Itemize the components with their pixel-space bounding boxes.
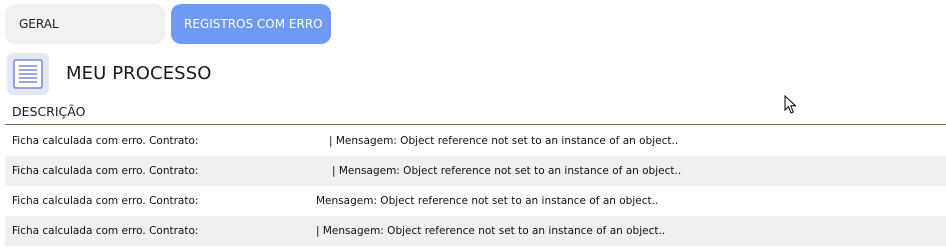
row-message: | Mensagem: Object reference not set to … (316, 225, 666, 237)
tab-registros-com-erro-label: REGISTROS COM ERRO (184, 17, 323, 31)
mouse-cursor-icon (784, 95, 797, 114)
process-title: MEU PROCESSO (66, 63, 212, 84)
row-message: | Mensagem: Object reference not set to … (332, 165, 682, 177)
row-message: | Mensagem: Object reference not set to … (329, 135, 679, 147)
table-row[interactable]: Ficha calculada com erro. Contrato: | Me… (5, 156, 946, 186)
header-divider (5, 124, 946, 125)
table-row[interactable]: Ficha calculada com erro. Contrato: | Me… (5, 126, 946, 156)
tab-geral-label: GERAL (19, 17, 59, 31)
table-row[interactable]: Ficha calculada com erro. Contrato: Mens… (5, 186, 946, 216)
row-description: Ficha calculada com erro. Contrato: (12, 135, 199, 147)
table-row[interactable]: Ficha calculada com erro. Contrato: | Me… (5, 216, 946, 246)
page: GERAL REGISTROS COM ERRO MEU PROCESSO DE… (0, 0, 946, 251)
tab-geral[interactable]: GERAL (5, 4, 165, 44)
row-description: Ficha calculada com erro. Contrato: (12, 195, 199, 207)
row-description: Ficha calculada com erro. Contrato: (12, 225, 199, 237)
tab-registros-com-erro[interactable]: REGISTROS COM ERRO (171, 4, 331, 44)
row-description: Ficha calculada com erro. Contrato: (12, 165, 199, 177)
column-header-descricao: DESCRIÇÃO (12, 104, 86, 119)
list-document-icon-graphic (13, 59, 43, 89)
list-document-icon (7, 53, 49, 95)
row-message: Mensagem: Object reference not set to an… (316, 195, 659, 207)
